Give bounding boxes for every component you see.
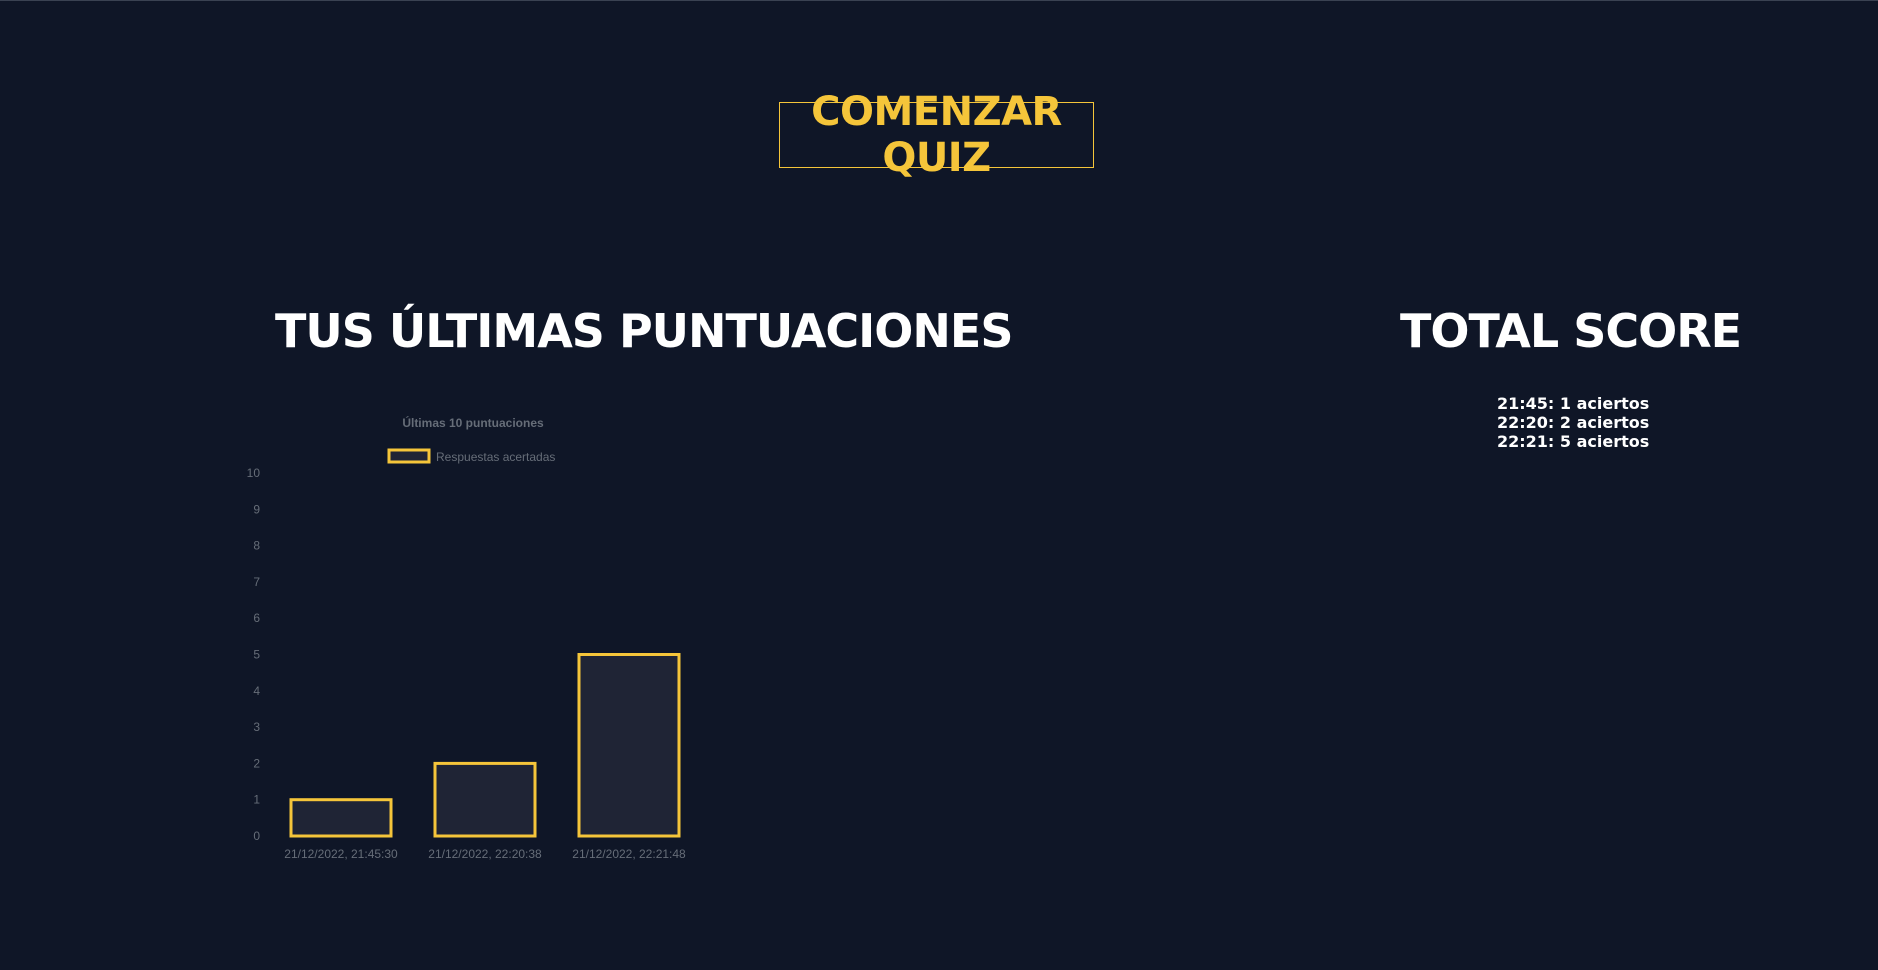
start-quiz-button[interactable]: COMENZAR QUIZ xyxy=(779,89,1094,181)
y-tick-label: 9 xyxy=(253,502,260,516)
bar xyxy=(577,653,681,838)
x-axis: 21/12/2022, 21:45:30 21/12/2022, 22:20:38… xyxy=(284,847,686,861)
latest-scores-heading: TUS ÚLTIMAS PUNTUACIONES xyxy=(275,304,1013,358)
x-tick-label: 21/12/2022, 22:21:48 xyxy=(572,847,686,861)
bar xyxy=(433,761,537,838)
y-tick-label: 3 xyxy=(253,720,260,734)
bar xyxy=(289,798,393,838)
score-entry: 21:45: 1 aciertos xyxy=(1497,394,1650,413)
legend-swatch xyxy=(387,448,431,464)
x-tick-label: 21/12/2022, 22:20:38 xyxy=(428,847,542,861)
y-tick-label: 8 xyxy=(253,539,260,553)
y-tick-label: 10 xyxy=(247,466,261,480)
total-score-list: 21:45: 1 aciertos 22:20: 2 aciertos 22:2… xyxy=(1497,394,1649,451)
y-axis: 0 1 2 3 4 5 6 7 8 9 10 xyxy=(247,466,261,843)
chart-title: Últimas 10 puntuaciones xyxy=(402,415,544,430)
y-tick-label: 5 xyxy=(253,648,260,662)
y-tick-label: 0 xyxy=(253,829,260,843)
y-tick-label: 6 xyxy=(253,611,260,625)
legend-label: Respuestas acertadas xyxy=(436,450,555,464)
y-tick-label: 1 xyxy=(253,793,260,807)
x-tick-label: 21/12/2022, 21:45:30 xyxy=(284,847,398,861)
y-tick-label: 7 xyxy=(253,575,260,589)
score-entry: 22:21: 5 aciertos xyxy=(1497,432,1650,451)
scores-bar-chart: Últimas 10 puntuaciones Respuestas acert… xyxy=(247,415,686,861)
total-score-heading: TOTAL SCORE xyxy=(1400,304,1742,358)
score-entry: 22:20: 2 aciertos xyxy=(1497,413,1650,432)
bars xyxy=(289,653,681,838)
y-tick-label: 2 xyxy=(253,756,260,770)
y-tick-label: 4 xyxy=(253,684,260,698)
